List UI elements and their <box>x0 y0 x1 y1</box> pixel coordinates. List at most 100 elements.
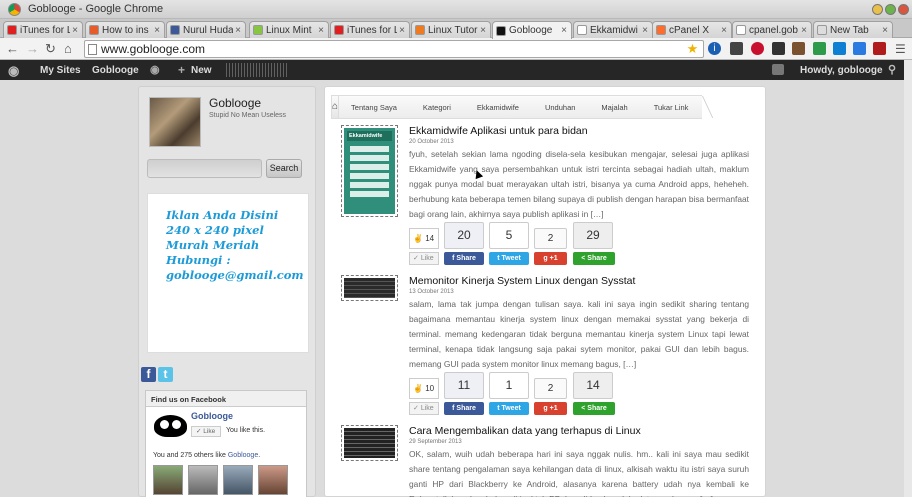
tab-close-icon[interactable]: × <box>640 25 650 36</box>
stats-sparkline[interactable] <box>226 63 288 77</box>
info-icon[interactable]: i <box>708 42 721 55</box>
post-thumbnail[interactable] <box>341 275 398 301</box>
tab-close-icon[interactable]: × <box>719 25 729 36</box>
tab-favicon-icon <box>656 25 666 35</box>
post-thumbnail[interactable]: Ekkamidwife <box>341 125 398 217</box>
tab-close-icon[interactable]: × <box>880 25 890 36</box>
facebook-share-button[interactable]: f Share <box>444 402 484 415</box>
tab-2[interactable]: How to ins × <box>85 21 165 38</box>
fan-avatar[interactable] <box>153 465 183 495</box>
twitter-icon[interactable]: t <box>158 367 173 382</box>
tab-9[interactable]: cPanel X × <box>652 21 732 38</box>
tab-6[interactable]: Linux Tutor × <box>411 21 491 38</box>
post-title[interactable]: Cara Mengembalikan data yang terhapus di… <box>409 425 641 437</box>
nav-tukar-link[interactable]: Tukar Link <box>641 95 703 119</box>
facebook-page-name[interactable]: Goblooge <box>191 411 233 421</box>
like-button[interactable]: ✓ Like <box>409 402 439 415</box>
gplus-button[interactable]: g +1 <box>534 402 567 415</box>
like-button[interactable]: ✓ Like <box>409 252 439 265</box>
search-icon[interactable]: ⚲ <box>888 63 896 76</box>
facebook-like-button[interactable]: ✓ Like <box>191 426 221 437</box>
wordpress-icon[interactable]: ◉ <box>8 63 19 79</box>
tab-10[interactable]: cpanel.gob × <box>732 21 812 38</box>
tweet-button[interactable]: t Tweet <box>489 402 529 415</box>
bookmark-star-icon[interactable]: ★ <box>686 42 699 55</box>
camera-extension-icon[interactable] <box>792 42 805 55</box>
tab-label: Linux Tutor <box>428 24 478 36</box>
tab-4[interactable]: Linux Mint × <box>249 21 329 38</box>
tab-11[interactable]: New Tab × <box>813 21 893 38</box>
tab-close-icon[interactable]: × <box>152 25 162 36</box>
reload-icon[interactable]: ↻ <box>45 41 56 57</box>
gplus-button[interactable]: g +1 <box>534 252 567 265</box>
facebook-share-label: Share <box>456 255 476 262</box>
comments-icon[interactable]: ◉ <box>150 63 160 76</box>
close-window-button[interactable] <box>898 4 909 15</box>
share-button[interactable]: < Share <box>573 252 615 265</box>
back-icon[interactable]: ← <box>6 41 19 57</box>
home-icon[interactable]: ⌂ <box>64 41 72 57</box>
gplus-count: 2 <box>534 378 567 399</box>
site-name[interactable]: Goblooge <box>209 96 261 110</box>
home-icon[interactable]: ⌂ <box>331 95 340 119</box>
nav-kategori[interactable]: Kategori <box>410 95 465 119</box>
new-plus-icon[interactable]: + <box>178 63 185 77</box>
drive-icon[interactable] <box>853 42 866 55</box>
ad-box[interactable]: Iklan Anda Disini 240 x 240 pixel Murah … <box>147 193 309 353</box>
post-thumbnail[interactable] <box>341 425 398 461</box>
tab-close-icon[interactable]: × <box>559 25 569 36</box>
extension-icon[interactable] <box>730 42 743 55</box>
minimize-button[interactable] <box>872 4 883 15</box>
tab-close-icon[interactable]: × <box>233 25 243 36</box>
nav-unduhan[interactable]: Unduhan <box>532 95 590 119</box>
tab-8[interactable]: Ekkamidwi × <box>573 21 653 38</box>
menu-icon[interactable]: ☰ <box>895 41 906 57</box>
fan-avatar[interactable] <box>223 465 253 495</box>
tab-7[interactable]: Goblooge × <box>492 21 572 39</box>
maximize-button[interactable] <box>885 4 896 15</box>
site-avatar[interactable] <box>149 97 201 147</box>
tab-3[interactable]: Nurul Huda × <box>166 21 246 38</box>
site-link[interactable]: Goblooge <box>92 65 139 76</box>
address-bar[interactable]: www.goblooge.com <box>84 40 704 58</box>
tab-favicon-icon <box>334 25 344 35</box>
likes-page-link[interactable]: Goblooge <box>228 452 258 459</box>
post-date: 29 September 2013 <box>409 439 462 445</box>
search-input[interactable] <box>147 159 262 178</box>
post-title[interactable]: Memonitor Kinerja System Linux dengan Sy… <box>409 275 635 287</box>
tab-1[interactable]: iTunes for L × <box>3 21 83 38</box>
extension-icon[interactable] <box>833 42 846 55</box>
share-button[interactable]: < Share <box>573 402 615 415</box>
howdy-user-link[interactable]: Howdy, goblooge <box>800 65 883 76</box>
facebook-share-button[interactable]: f Share <box>444 252 484 265</box>
goblooge-logo-icon[interactable] <box>154 415 187 437</box>
adblock-icon[interactable] <box>751 42 764 55</box>
share-button-label: Share <box>587 405 607 412</box>
new-content-link[interactable]: New <box>191 65 212 76</box>
tab-5[interactable]: iTunes for L × <box>330 21 410 38</box>
tab-close-icon[interactable]: × <box>316 25 326 36</box>
tab-close-icon[interactable]: × <box>478 25 488 36</box>
post-title[interactable]: Ekkamidwife Aplikasi untuk para bidan <box>409 125 588 137</box>
nav-ekkamidwife[interactable]: Ekkamidwife <box>464 95 533 119</box>
nav-majalah[interactable]: Majalah <box>589 95 642 119</box>
twitter-count: 1 <box>489 372 529 399</box>
search-button[interactable]: Search <box>266 159 302 178</box>
fan-avatar[interactable] <box>188 465 218 495</box>
fan-avatar[interactable] <box>258 465 288 495</box>
tab-close-icon[interactable]: × <box>397 25 407 36</box>
extension-icon[interactable] <box>873 42 886 55</box>
tweet-button[interactable]: t Tweet <box>489 252 529 265</box>
facebook-like-label: Like <box>203 428 216 435</box>
facebook-icon[interactable]: f <box>141 367 156 382</box>
extension-icon[interactable] <box>772 42 785 55</box>
notifications-icon[interactable] <box>772 64 784 75</box>
extension-icon[interactable] <box>813 42 826 55</box>
forward-icon[interactable]: → <box>26 41 39 57</box>
nav-tentang-saya[interactable]: Tentang Saya <box>339 95 411 119</box>
tab-label: Linux Mint <box>266 24 312 36</box>
page-scrollbar[interactable] <box>904 60 912 497</box>
tab-close-icon[interactable]: × <box>70 25 80 36</box>
my-sites-link[interactable]: My Sites <box>40 65 81 76</box>
tab-close-icon[interactable]: × <box>799 25 809 36</box>
